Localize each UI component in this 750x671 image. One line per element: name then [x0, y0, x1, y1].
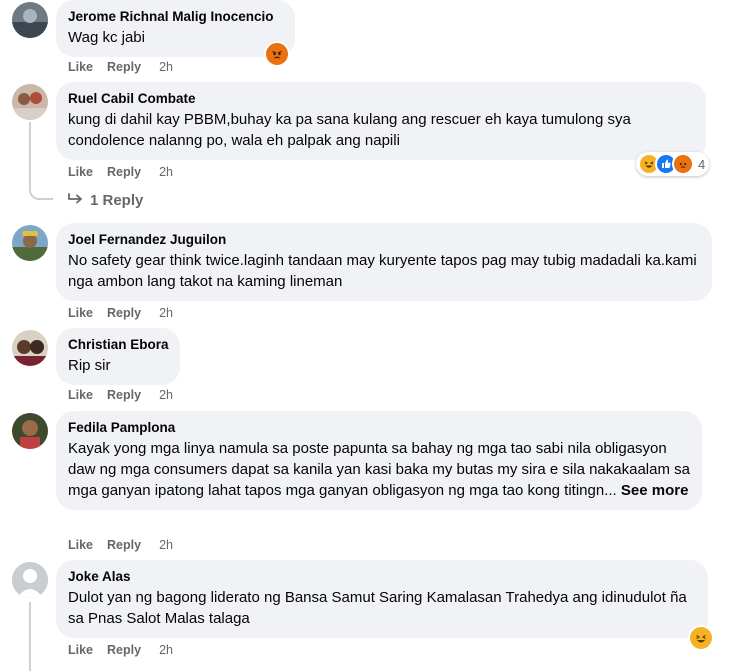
- reply-arrow-icon: [68, 192, 84, 209]
- comment-author[interactable]: Joke Alas: [68, 568, 696, 585]
- timestamp[interactable]: 2h: [159, 165, 173, 179]
- comment-bubble: Christian Ebora Rip sir: [56, 328, 180, 385]
- reply-button[interactable]: Reply: [107, 643, 141, 657]
- like-button[interactable]: Like: [68, 60, 93, 74]
- thread-connector: [29, 184, 53, 200]
- like-button[interactable]: Like: [68, 643, 93, 657]
- comment-bubble: Jerome Richnal Malig Inocencio Wag kc ja…: [56, 0, 295, 57]
- comment-actions: Like Reply 2h: [68, 538, 173, 552]
- see-more-link[interactable]: See more: [621, 482, 689, 499]
- reply-button[interactable]: Reply: [107, 60, 141, 74]
- comment-text: Wag kc jabi: [68, 29, 145, 46]
- reactions-summary[interactable]: [264, 41, 290, 67]
- comment-text: Rip sir: [68, 357, 111, 374]
- like-button[interactable]: Like: [68, 306, 93, 320]
- comment-text: kung di dahil kay PBBM,buhay ka pa sana …: [68, 111, 631, 149]
- comment-actions: Like Reply 2h: [68, 165, 173, 179]
- comment-author[interactable]: Jerome Richnal Malig Inocencio: [68, 8, 283, 25]
- replies-count-label: 1 Reply: [90, 192, 144, 209]
- like-button[interactable]: Like: [68, 388, 93, 402]
- comment-bubble: Joel Fernandez Juguilon No safety gear t…: [56, 223, 712, 301]
- comment-text-body: Kayak yong mga linya namula sa poste pap…: [68, 440, 690, 499]
- comment-author[interactable]: Christian Ebora: [68, 336, 169, 353]
- avatar[interactable]: [12, 413, 48, 449]
- comment-actions: Like Reply 2h: [68, 388, 173, 402]
- like-button[interactable]: Like: [68, 538, 93, 552]
- timestamp[interactable]: 2h: [159, 388, 173, 402]
- reply-button[interactable]: Reply: [107, 388, 141, 402]
- comment-bubble: Ruel Cabil Combate kung di dahil kay PBB…: [56, 82, 706, 160]
- thread-line: [29, 602, 31, 671]
- avatar[interactable]: [12, 330, 48, 366]
- thread-line: [29, 122, 31, 186]
- comment-text: Dulot yan ng bagong liderato ng Bansa Sa…: [68, 589, 687, 627]
- comment-actions: Like Reply 2h: [68, 643, 173, 657]
- timestamp[interactable]: 2h: [159, 538, 173, 552]
- timestamp[interactable]: 2h: [159, 643, 173, 657]
- reactions-summary[interactable]: [688, 625, 714, 651]
- angry-icon: [264, 41, 290, 67]
- comment-bubble: Joke Alas Dulot yan ng bagong liderato n…: [56, 560, 708, 638]
- timestamp[interactable]: 2h: [159, 306, 173, 320]
- avatar[interactable]: [12, 225, 48, 261]
- reply-button[interactable]: Reply: [107, 165, 141, 179]
- default-avatar-icon: [12, 562, 48, 598]
- angry-icon: [672, 153, 694, 175]
- timestamp[interactable]: 2h: [159, 60, 173, 74]
- avatar[interactable]: [12, 2, 48, 38]
- comment-author[interactable]: Joel Fernandez Juguilon: [68, 231, 700, 248]
- comment-author[interactable]: Fedila Pamplona: [68, 419, 690, 436]
- comment-actions: Like Reply 2h: [68, 60, 173, 74]
- reply-button[interactable]: Reply: [107, 306, 141, 320]
- comment-actions: Like Reply 2h: [68, 306, 173, 320]
- haha-icon: [688, 625, 714, 651]
- avatar[interactable]: [12, 562, 48, 598]
- reply-button[interactable]: Reply: [107, 538, 141, 552]
- avatar[interactable]: [12, 84, 48, 120]
- comment-author[interactable]: Ruel Cabil Combate: [68, 90, 694, 107]
- reaction-count: 4: [698, 156, 706, 172]
- reactions-summary[interactable]: 4: [636, 152, 710, 176]
- view-replies-button[interactable]: 1 Reply: [68, 192, 143, 209]
- comment-text: Kayak yong mga linya namula sa poste pap…: [68, 438, 690, 501]
- comment-text: No safety gear think twice.laginh tandaa…: [68, 252, 697, 290]
- comment-bubble: Fedila Pamplona Kayak yong mga linya nam…: [56, 411, 702, 510]
- like-button[interactable]: Like: [68, 165, 93, 179]
